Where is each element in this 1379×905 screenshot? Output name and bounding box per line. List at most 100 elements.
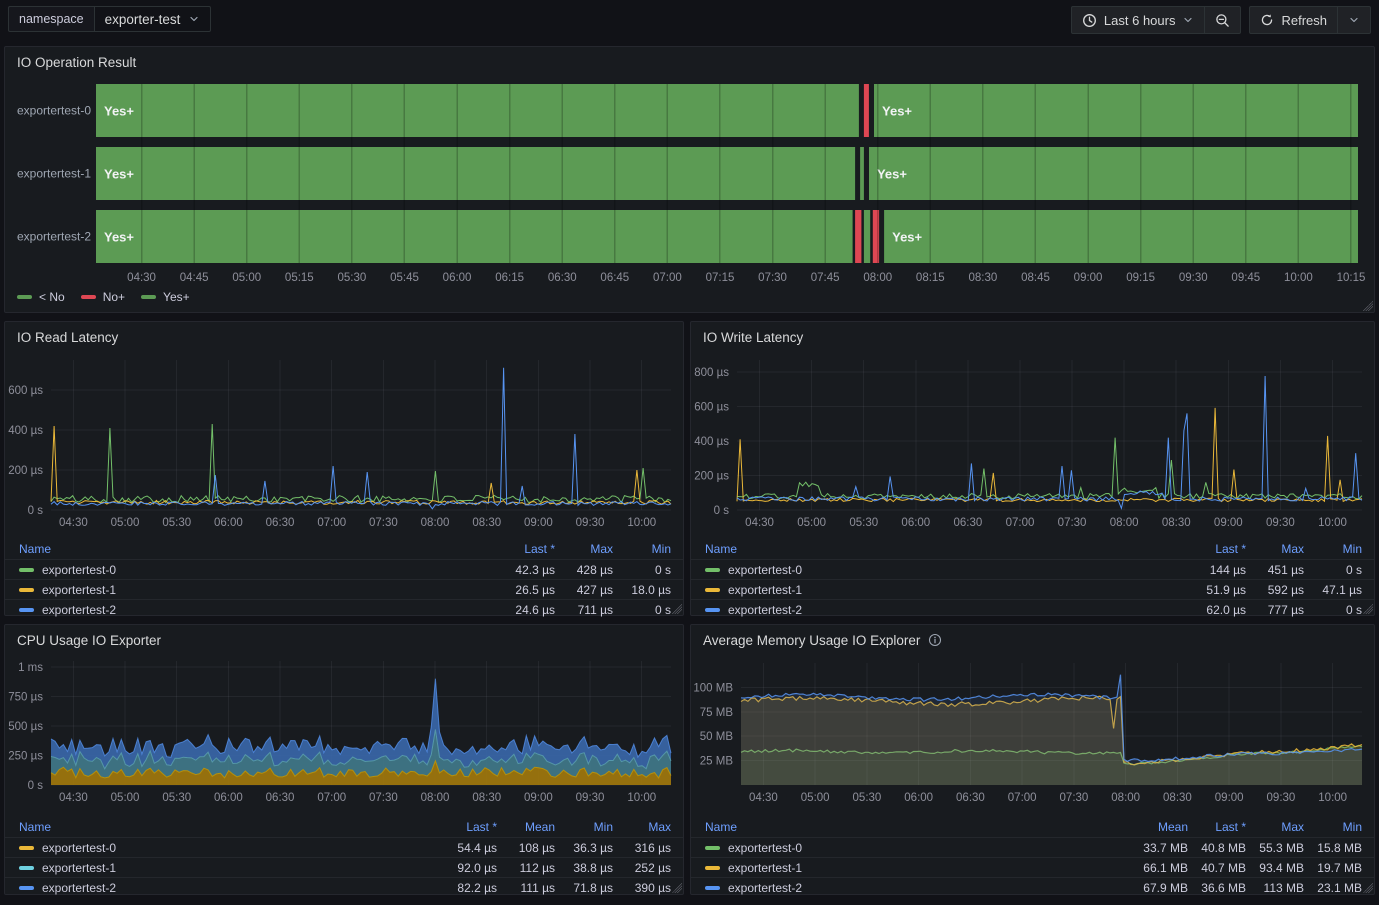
svg-text:08:45: 08:45 (1021, 272, 1050, 282)
legend-series-name[interactable]: exportertest-1 (705, 583, 1188, 597)
timeline-legend-item[interactable]: Yes+ (141, 290, 190, 304)
svg-text:07:30: 07:30 (1060, 792, 1089, 804)
svg-text:08:00: 08:00 (421, 792, 450, 804)
time-range-picker[interactable]: Last 6 hours (1071, 6, 1206, 34)
legend-sort-name[interactable]: Name (19, 820, 439, 834)
legend-value: 38.8 µs (555, 861, 613, 875)
legend-sort-min[interactable]: Min (1304, 820, 1362, 834)
legend-sort-name[interactable]: Name (19, 542, 497, 556)
svg-text:08:30: 08:30 (472, 517, 501, 529)
legend-series-name[interactable]: exportertest-1 (19, 861, 439, 875)
timeline-legend-item[interactable]: No+ (81, 290, 125, 304)
svg-text:04:45: 04:45 (180, 272, 209, 282)
legend-sort-last[interactable]: Last * (497, 542, 555, 556)
panel-resize-handle[interactable] (1363, 604, 1373, 614)
legend-sort-min[interactable]: Min (613, 542, 671, 556)
write-latency-chart[interactable]: 0 s200 µs400 µs600 µs800 µs04:3005:0005:… (691, 352, 1372, 536)
svg-text:Yes+: Yes+ (882, 104, 912, 119)
namespace-value: exporter-test (105, 12, 181, 27)
legend-sort-max[interactable]: Max (1246, 542, 1304, 556)
legend-series-name[interactable]: exportertest-0 (705, 563, 1188, 577)
svg-text:100 MB: 100 MB (693, 682, 733, 694)
panel-resize-handle[interactable] (1363, 301, 1373, 311)
state-timeline-chart[interactable]: exportertest-0Yes+Yes+exportertest-1Yes+… (5, 77, 1372, 282)
read-latency-chart[interactable]: 0 s200 µs400 µs600 µs04:3005:0005:3006:0… (5, 352, 681, 536)
memory-usage-chart[interactable]: 25 MB50 MB75 MB100 MB04:3005:0005:3006:0… (691, 655, 1372, 815)
legend-sort-max[interactable]: Max (555, 542, 613, 556)
cpu-usage-chart[interactable]: 0 s250 µs500 µs750 µs1 ms04:3005:0005:30… (5, 655, 681, 815)
svg-text:200 µs: 200 µs (694, 471, 729, 483)
legend-sort-min[interactable]: Min (555, 820, 613, 834)
legend-value: 113 MB (1246, 881, 1304, 895)
legend-sort-name[interactable]: Name (705, 820, 1130, 834)
clock-icon (1082, 13, 1097, 28)
panel-title[interactable]: IO Operation Result (17, 55, 136, 70)
refresh-button[interactable]: Refresh (1249, 6, 1338, 34)
legend-series-name[interactable]: exportertest-1 (705, 861, 1130, 875)
legend-sort-last[interactable]: Last * (1188, 542, 1246, 556)
legend-row: exportertest-267.9 MB36.6 MB113 MB23.1 M… (691, 877, 1374, 897)
svg-text:800 µs: 800 µs (694, 367, 729, 379)
legend-sort-min[interactable]: Min (1304, 542, 1362, 556)
timeline-legend-item[interactable]: < No (17, 290, 65, 304)
legend-table: NameLast *MaxMinexportertest-042.3 µs428… (5, 538, 683, 619)
svg-text:05:30: 05:30 (853, 792, 882, 804)
legend-sort-last[interactable]: Last * (439, 820, 497, 834)
svg-text:400 µs: 400 µs (8, 425, 43, 437)
legend-sort-max[interactable]: Max (1246, 820, 1304, 834)
legend-sort-last[interactable]: Last * (1188, 820, 1246, 834)
legend-series-name[interactable]: exportertest-2 (19, 881, 439, 895)
svg-text:09:00: 09:00 (524, 517, 553, 529)
svg-text:06:45: 06:45 (600, 272, 629, 282)
svg-text:05:30: 05:30 (162, 517, 191, 529)
legend-value: 252 µs (613, 861, 671, 875)
svg-text:500 µs: 500 µs (8, 721, 43, 733)
panel-resize-handle[interactable] (672, 883, 682, 893)
legend-value: 71.8 µs (555, 881, 613, 895)
panel-title[interactable]: IO Write Latency (703, 330, 803, 345)
svg-text:07:00: 07:00 (653, 272, 682, 282)
legend-value: 427 µs (555, 583, 613, 597)
legend-swatch (705, 866, 720, 870)
chevron-down-icon (1182, 14, 1194, 26)
panel-title[interactable]: CPU Usage IO Exporter (17, 633, 161, 648)
legend-sort-mean[interactable]: Mean (1130, 820, 1188, 834)
panel-title[interactable]: Average Memory Usage IO Explorer (703, 633, 920, 648)
legend-series-name[interactable]: exportertest-0 (705, 841, 1130, 855)
legend-series-name[interactable]: exportertest-2 (19, 603, 497, 617)
panel-title[interactable]: IO Read Latency (17, 330, 118, 345)
panel-resize-handle[interactable] (1363, 883, 1373, 893)
legend-series-name[interactable]: exportertest-0 (19, 841, 439, 855)
panel-header: Average Memory Usage IO Explorer (691, 625, 1374, 655)
info-icon[interactable] (928, 633, 942, 647)
time-range-label: Last 6 hours (1104, 13, 1176, 28)
legend-sort-mean[interactable]: Mean (497, 820, 555, 834)
svg-text:05:30: 05:30 (162, 792, 191, 804)
panel-resize-handle[interactable] (672, 604, 682, 614)
svg-text:06:30: 06:30 (956, 792, 985, 804)
legend-value: 47.1 µs (1304, 583, 1362, 597)
namespace-select[interactable]: exporter-test (94, 6, 212, 32)
svg-text:75 MB: 75 MB (700, 707, 734, 719)
legend-value: 92.0 µs (439, 861, 497, 875)
legend-swatch (19, 608, 34, 612)
chevron-down-icon (188, 13, 200, 25)
refresh-interval-dropdown[interactable] (1338, 6, 1371, 34)
legend-label: No+ (103, 290, 125, 304)
legend-series-name[interactable]: exportertest-2 (705, 881, 1130, 895)
legend-series-name[interactable]: exportertest-0 (19, 563, 497, 577)
legend-sort-name[interactable]: Name (705, 542, 1188, 556)
legend-header-row: NameLast *MeanMinMax (5, 816, 683, 837)
svg-text:08:30: 08:30 (1163, 792, 1192, 804)
legend-row: exportertest-126.5 µs427 µs18.0 µs (5, 579, 683, 599)
legend-sort-max[interactable]: Max (613, 820, 671, 834)
zoom-out-button[interactable] (1205, 6, 1241, 34)
timeline-row-label: exportertest-2 (17, 230, 91, 244)
svg-text:05:00: 05:00 (232, 272, 261, 282)
legend-value: 428 µs (555, 563, 613, 577)
legend-series-name[interactable]: exportertest-1 (19, 583, 497, 597)
panel-io-read-latency: IO Read Latency 0 s200 µs400 µs600 µs04:… (4, 321, 684, 616)
svg-text:07:00: 07:00 (317, 792, 346, 804)
svg-text:06:30: 06:30 (548, 272, 577, 282)
legend-series-name[interactable]: exportertest-2 (705, 603, 1188, 617)
